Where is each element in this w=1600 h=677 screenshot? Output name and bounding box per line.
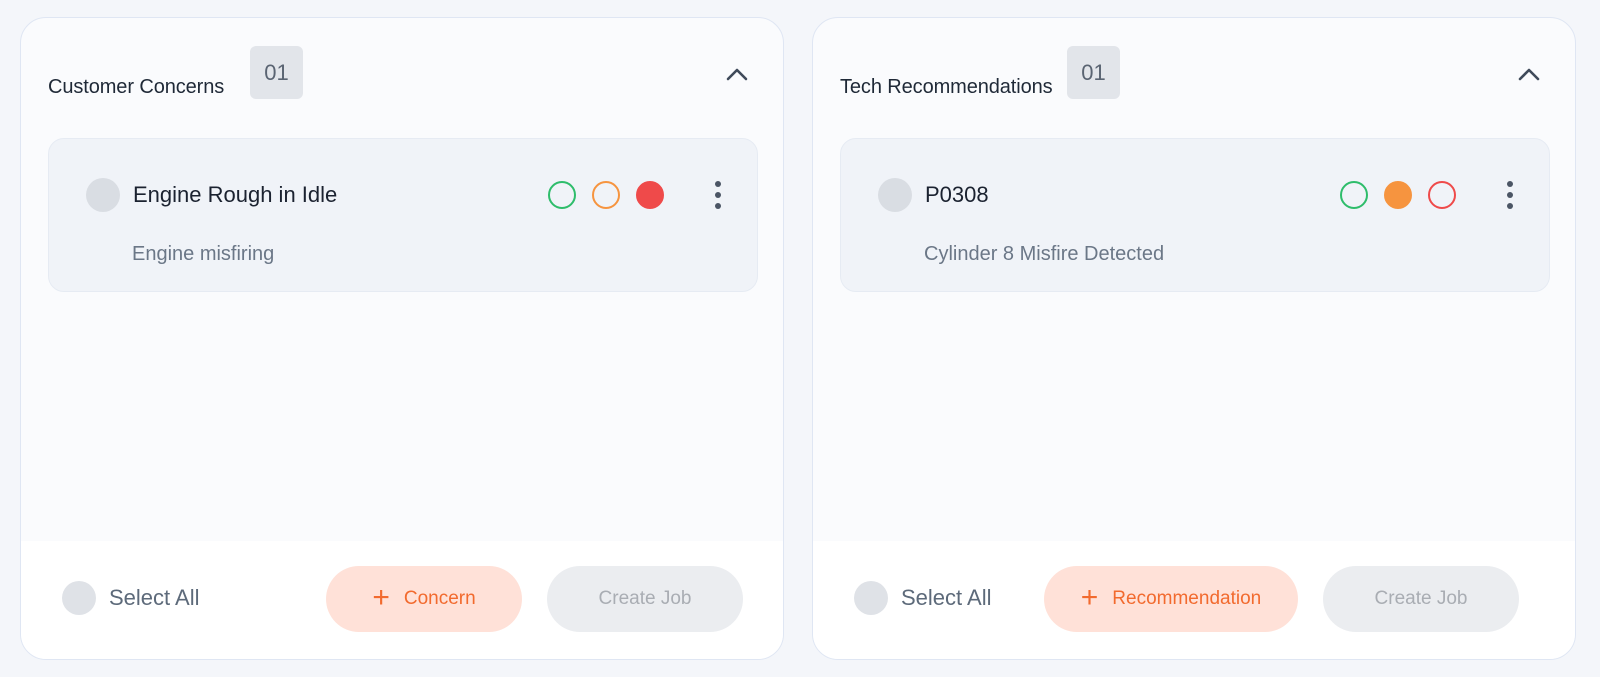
priority-medium-toggle[interactable] — [1384, 181, 1412, 209]
more-vertical-icon — [715, 181, 721, 187]
plus-icon: + — [1080, 580, 1099, 614]
create-job-button[interactable]: Create Job — [547, 566, 743, 632]
collapse-button[interactable] — [717, 58, 757, 90]
create-job-button[interactable]: Create Job — [1323, 566, 1519, 632]
priority-high-toggle[interactable] — [636, 181, 664, 209]
panel-title: Tech Recommendations — [840, 76, 1053, 98]
collapse-button[interactable] — [1509, 58, 1549, 90]
item-description: Cylinder 8 Misfire Detected — [924, 243, 1165, 265]
item-title: P0308 — [925, 182, 989, 207]
item-select-checkbox[interactable] — [878, 178, 912, 212]
priority-low-toggle[interactable] — [1340, 181, 1368, 209]
more-options-button[interactable] — [1499, 175, 1521, 215]
count-badge: 01 — [250, 46, 303, 99]
priority-medium-toggle[interactable] — [592, 181, 620, 209]
add-concern-button[interactable]: + Concern — [326, 566, 522, 632]
item-select-checkbox[interactable] — [86, 178, 120, 212]
customer-concerns-panel: Customer Concerns 01 Engine Rough in Idl… — [20, 17, 784, 660]
select-all-label: Select All — [901, 585, 992, 610]
tech-recommendations-panel: Tech Recommendations 01 P0308 Cylinder 8… — [812, 17, 1576, 660]
panel-title: Customer Concerns — [48, 76, 225, 98]
concern-item-card[interactable]: Engine Rough in Idle Engine misfiring — [48, 138, 758, 292]
chevron-up-icon — [1518, 68, 1540, 81]
add-recommendation-button[interactable]: + Recommendation — [1044, 566, 1298, 632]
panel-footer: Select All + Concern Create Job — [21, 541, 783, 659]
priority-high-toggle[interactable] — [1428, 181, 1456, 209]
select-all-label: Select All — [109, 585, 200, 610]
select-all-checkbox[interactable] — [62, 581, 96, 615]
priority-low-toggle[interactable] — [548, 181, 576, 209]
panel-header: Customer Concerns 01 — [21, 18, 783, 128]
panel-footer: Select All + Recommendation Create Job — [813, 541, 1575, 659]
count-badge: 01 — [1067, 46, 1120, 99]
more-vertical-icon — [1507, 181, 1513, 187]
item-description: Engine misfiring — [132, 243, 275, 265]
recommendation-item-card[interactable]: P0308 Cylinder 8 Misfire Detected — [840, 138, 1550, 292]
chevron-up-icon — [726, 68, 748, 81]
panel-header: Tech Recommendations 01 — [813, 18, 1575, 128]
item-title: Engine Rough in Idle — [133, 182, 338, 207]
add-button-label: Concern — [403, 588, 476, 609]
plus-icon: + — [372, 580, 390, 614]
add-button-label: Recommendation — [1112, 588, 1262, 609]
more-options-button[interactable] — [707, 175, 729, 215]
select-all-checkbox[interactable] — [854, 581, 888, 615]
